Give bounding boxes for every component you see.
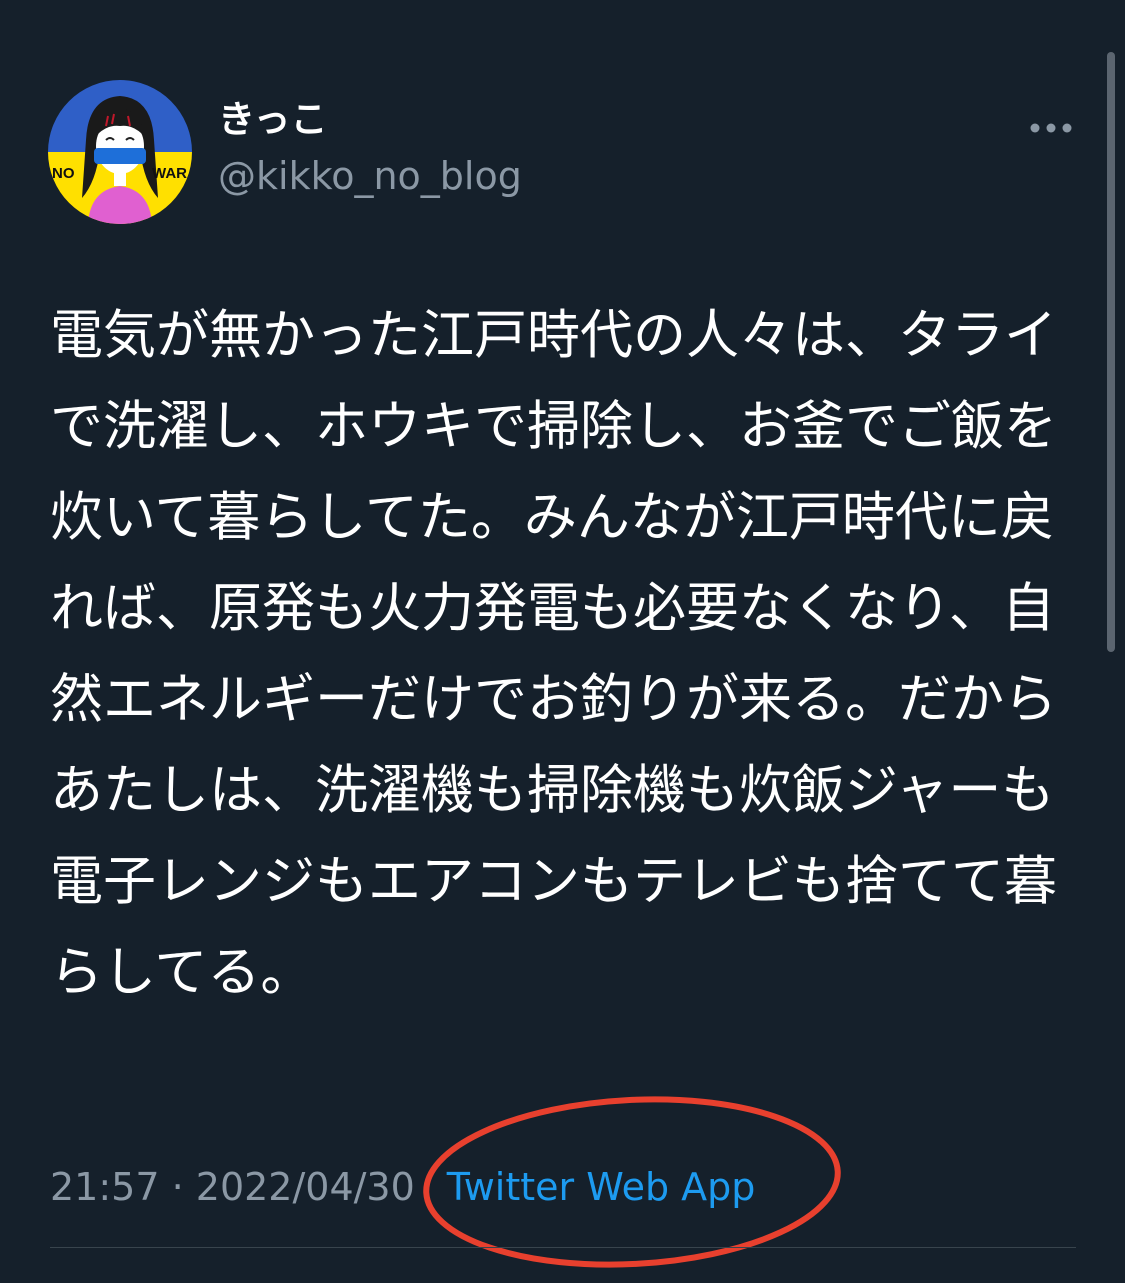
scrollbar[interactable]	[1107, 52, 1115, 652]
avatar[interactable]: NO WAR	[48, 80, 192, 224]
tweet-time[interactable]: 21:57	[50, 1165, 160, 1209]
more-options-button[interactable]	[1022, 108, 1080, 148]
avatar-badge-right: WAR	[152, 165, 187, 182]
tweet-date[interactable]: 2022/04/30	[196, 1165, 415, 1209]
more-horizontal-icon	[1030, 123, 1072, 133]
avatar-badge-left: NO	[52, 165, 75, 182]
display-name[interactable]: きっこ	[218, 99, 328, 141]
divider	[50, 1247, 1076, 1248]
avatar-no-war-icon: NO WAR	[48, 80, 192, 224]
tweet-source-link[interactable]: Twitter Web App	[447, 1165, 756, 1209]
tweet-metadata: 21:57 · 2022/04/30 Twitter Web App	[50, 1162, 755, 1212]
meta-separator: ·	[159, 1165, 196, 1209]
tweet-text: 電気が無かった江戸時代の人々は、タライで洗濯し、ホウキで掃除し、お釜でご飯を炊い…	[50, 305, 1057, 1003]
user-handle[interactable]: @kikko_no_blog	[218, 155, 522, 198]
